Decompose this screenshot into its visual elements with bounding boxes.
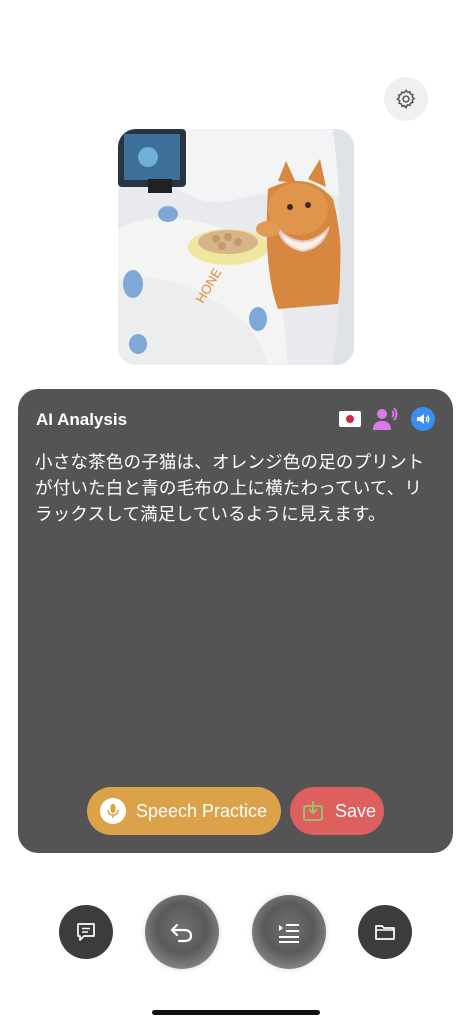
settings-button[interactable] [384, 77, 428, 121]
list-indent-button[interactable] [252, 895, 326, 969]
panel-title: AI Analysis [36, 410, 128, 429]
microphone-icon [100, 798, 126, 824]
analysis-text: 小さな茶色の子猫は、オレンジ色の足のプリントが付いた白と青の毛布の上に横たわって… [35, 452, 425, 524]
chat-button[interactable] [59, 905, 113, 959]
folder-icon [375, 925, 395, 940]
folder-button[interactable] [358, 905, 412, 959]
speaker-icon [417, 414, 430, 424]
speaker-button[interactable] [411, 407, 435, 431]
panel-icons [339, 407, 435, 431]
speech-practice-label: Speech Practice [136, 800, 268, 821]
gear-icon [396, 89, 416, 110]
analyzed-photo: HONE [118, 129, 354, 365]
japan-flag-icon[interactable] [339, 411, 361, 427]
ai-analysis-panel: AI Analysis 小さな茶色の子猫は、オレンジ色の足のプリントが付いた白と… [18, 389, 453, 853]
undo-button[interactable] [145, 895, 219, 969]
person-speaking-icon[interactable] [373, 407, 399, 431]
speech-practice-button[interactable]: Speech Practice [87, 787, 281, 835]
list-indent-icon [279, 924, 299, 943]
chat-icon [77, 923, 95, 941]
home-indicator [152, 1010, 320, 1015]
save-button[interactable]: Save [290, 787, 384, 835]
download-icon [302, 800, 324, 822]
save-label: Save [335, 800, 377, 821]
undo-icon [170, 923, 193, 943]
